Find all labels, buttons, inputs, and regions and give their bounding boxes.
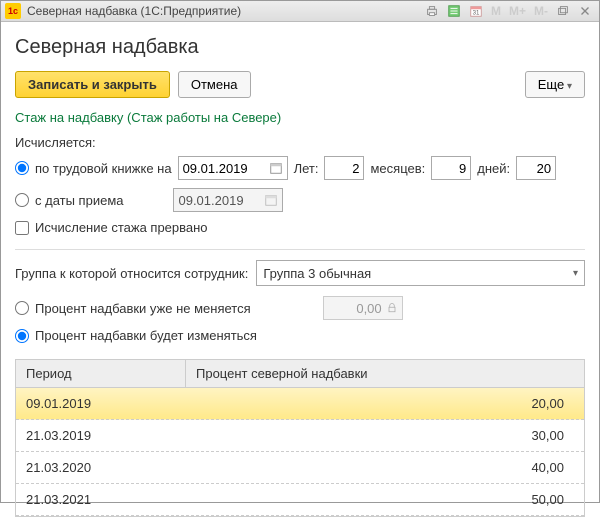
save-close-button[interactable]: Записать и закрыть — [15, 71, 170, 98]
calc-icon[interactable] — [444, 1, 464, 21]
radio-from-hire-input[interactable] — [15, 193, 29, 207]
calendar-icon[interactable]: 31 — [466, 1, 486, 21]
days-label: дней: — [477, 161, 510, 176]
years-input[interactable] — [324, 156, 364, 180]
th-percent[interactable]: Процент северной надбавки — [186, 360, 584, 387]
radio-by-book-label: по трудовой книжке на — [35, 161, 172, 176]
td-period: 21.03.2019 — [16, 428, 186, 443]
months-label: месяцев: — [370, 161, 425, 176]
radio-by-book-input[interactable] — [15, 161, 29, 175]
radio-percent-changing[interactable]: Процент надбавки будет изменяться — [15, 328, 257, 343]
years-label: Лет: — [294, 161, 319, 176]
content-area: Северная надбавка Записать и закрыть Отм… — [1, 22, 599, 527]
more-button[interactable]: Еще — [525, 71, 585, 98]
radio-percent-fixed-input[interactable] — [15, 301, 29, 315]
td-percent: 20,00 — [186, 396, 584, 411]
radio-percent-fixed[interactable]: Процент надбавки уже не меняется — [15, 301, 251, 316]
row-percent-changing: Процент надбавки будет изменяться — [15, 328, 585, 343]
group-select-value: Группа 3 обычная — [263, 266, 371, 281]
row-interrupted: Исчисление стажа прервано — [15, 220, 585, 235]
th-period[interactable]: Период — [16, 360, 186, 387]
page-title: Северная надбавка — [15, 36, 585, 59]
days-input[interactable] — [516, 156, 556, 180]
row-from-hire: с даты приема — [15, 188, 585, 212]
table-row[interactable]: 21.03.201930,00 — [16, 420, 584, 452]
row-group: Группа к которой относится сотрудник: Гр… — [15, 260, 585, 286]
from-hire-date-input — [178, 193, 248, 208]
checkbox-interrupted-input[interactable] — [15, 221, 29, 235]
td-period: 21.03.2021 — [16, 492, 186, 507]
window-title: Северная надбавка (1С:Предприятие) — [27, 4, 420, 18]
titlebar: 1c Северная надбавка (1С:Предприятие) 31… — [1, 1, 599, 22]
m-button[interactable]: M — [488, 1, 504, 21]
months-input[interactable] — [431, 156, 471, 180]
checkbox-interrupted[interactable]: Исчисление стажа прервано — [15, 220, 208, 235]
chevron-down-icon: ▾ — [573, 268, 578, 279]
group-label: Группа к которой относится сотрудник: — [15, 266, 248, 281]
checkbox-interrupted-label: Исчисление стажа прервано — [35, 220, 208, 235]
row-by-book: по трудовой книжке на Лет: месяцев: дней… — [15, 156, 585, 180]
from-hire-date-field — [173, 188, 283, 212]
calendar-picker-icon[interactable] — [269, 161, 283, 175]
lock-icon — [386, 302, 398, 314]
restore-icon[interactable] — [553, 1, 573, 21]
close-icon[interactable] — [575, 1, 595, 21]
td-percent: 30,00 — [186, 428, 584, 443]
group-select[interactable]: Группа 3 обычная ▾ — [256, 260, 585, 286]
radio-from-hire-label: с даты приема — [35, 193, 123, 208]
cancel-button[interactable]: Отмена — [178, 71, 251, 98]
radio-percent-changing-label: Процент надбавки будет изменяться — [35, 328, 257, 343]
by-book-date-input[interactable] — [183, 161, 253, 176]
table-row[interactable]: 09.01.201920,00 — [16, 388, 584, 420]
svg-text:31: 31 — [473, 10, 480, 17]
radio-by-book[interactable]: по трудовой книжке на — [15, 161, 172, 176]
table-row[interactable]: 21.03.202040,00 — [16, 452, 584, 484]
td-percent: 40,00 — [186, 460, 584, 475]
percent-table: Период Процент северной надбавки 09.01.2… — [15, 359, 585, 517]
app-icon: 1c — [5, 3, 21, 19]
table-row[interactable]: 21.03.202150,00 — [16, 484, 584, 516]
row-percent-fixed: Процент надбавки уже не меняется 0,00 — [15, 296, 585, 320]
separator — [15, 249, 585, 250]
app-window: 1c Северная надбавка (1С:Предприятие) 31… — [0, 0, 600, 503]
m-minus-button[interactable]: M- — [531, 1, 551, 21]
calendar-picker-icon-disabled — [264, 193, 278, 207]
stazh-link[interactable]: Стаж на надбавку (Стаж работы на Севере) — [15, 110, 585, 125]
td-percent: 50,00 — [186, 492, 584, 507]
td-period: 21.03.2020 — [16, 460, 186, 475]
print-icon[interactable] — [422, 1, 442, 21]
m-plus-button[interactable]: M+ — [506, 1, 529, 21]
radio-from-hire[interactable]: с даты приема — [15, 193, 123, 208]
toolbar: Записать и закрыть Отмена Еще — [15, 71, 585, 98]
table-body: 09.01.201920,0021.03.201930,0021.03.2020… — [16, 388, 584, 516]
by-book-date-field[interactable] — [178, 156, 288, 180]
td-period: 09.01.2019 — [16, 396, 186, 411]
table-header: Период Процент северной надбавки — [16, 360, 584, 388]
percent-fixed-field: 0,00 — [323, 296, 403, 320]
radio-percent-changing-input[interactable] — [15, 329, 29, 343]
percent-fixed-value: 0,00 — [356, 301, 381, 316]
calc-label: Исчисляется: — [15, 135, 585, 150]
radio-percent-fixed-label: Процент надбавки уже не меняется — [35, 301, 251, 316]
